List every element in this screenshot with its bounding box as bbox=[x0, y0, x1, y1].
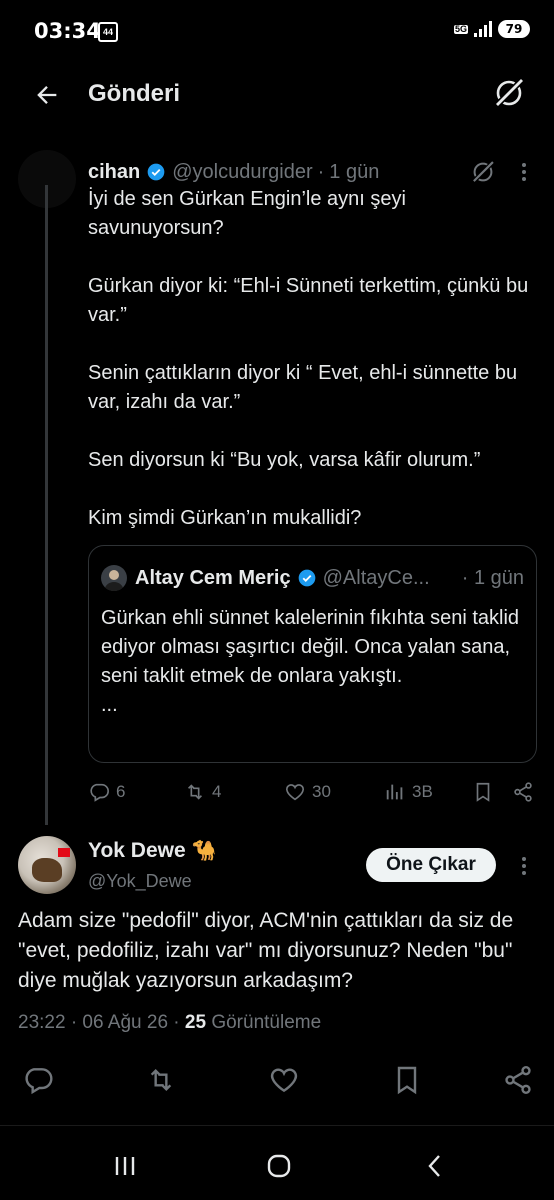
author-name[interactable]: cihan bbox=[88, 161, 140, 184]
reply-icon bbox=[25, 1068, 53, 1095]
reply-icon bbox=[90, 783, 109, 802]
more-vertical-icon bbox=[522, 857, 526, 875]
tweet-paragraph: Senin çattıkların diyor ki “ Evet, ehl-i… bbox=[88, 362, 518, 413]
verified-badge-icon bbox=[147, 163, 165, 181]
repost-icon bbox=[150, 1068, 172, 1092]
thread-line bbox=[45, 185, 48, 825]
tweet-actions-large bbox=[0, 1060, 554, 1100]
dot-separator: · bbox=[317, 160, 325, 183]
back-button[interactable] bbox=[30, 78, 64, 112]
network-type: 5G bbox=[453, 23, 468, 34]
more-button[interactable] bbox=[514, 158, 534, 186]
avatar bbox=[101, 565, 127, 591]
analytics-icon bbox=[386, 784, 403, 800]
quote-time: · 1 gün bbox=[461, 567, 524, 589]
grok-button[interactable] bbox=[470, 159, 496, 185]
feature-button[interactable]: Öne Çıkar bbox=[366, 848, 496, 882]
avatar[interactable] bbox=[18, 836, 76, 894]
bookmark-button[interactable] bbox=[391, 1064, 423, 1096]
reply-button[interactable] bbox=[22, 1064, 54, 1096]
heart-icon bbox=[270, 1068, 298, 1093]
parent-tweet-header: cihan @yolcudurgider · 1 gün bbox=[88, 158, 379, 186]
share-icon bbox=[514, 782, 532, 802]
grok-icon bbox=[472, 161, 494, 183]
repost-button[interactable]: 4 bbox=[184, 778, 221, 806]
grok-icon bbox=[495, 78, 524, 107]
views-count: 25 bbox=[184, 1012, 207, 1033]
like-button[interactable] bbox=[268, 1064, 300, 1096]
battery-icon: 79 bbox=[498, 20, 530, 38]
quoted-tweet[interactable]: Altay Cem Meriç @AltayCe... · 1 gün Gürk… bbox=[88, 545, 537, 763]
reply-author[interactable]: Yok Dewe 🐪 bbox=[88, 838, 217, 863]
author-name: Yok Dewe bbox=[88, 838, 186, 862]
author-handle[interactable]: @yolcudurgider bbox=[172, 161, 312, 184]
home-button[interactable] bbox=[264, 1151, 294, 1181]
quote-text: Gürkan ehli sünnet kalelerinin fıkıhta s… bbox=[101, 607, 520, 716]
view-count: 3B bbox=[412, 782, 433, 801]
status-time: 03:34 bbox=[34, 19, 101, 43]
quote-header: Altay Cem Meriç @AltayCe... bbox=[135, 564, 430, 592]
tweet-timestamp[interactable]: 23:22 · 06 Ağu 26 · bbox=[18, 1012, 180, 1033]
reply-count: 6 bbox=[116, 782, 126, 801]
more-vertical-icon bbox=[522, 163, 526, 181]
grok-button[interactable] bbox=[492, 76, 526, 110]
system-nav-bar bbox=[0, 1125, 554, 1200]
repost-icon bbox=[187, 784, 203, 800]
author-handle[interactable]: @Yok_Dewe bbox=[88, 871, 192, 892]
bookmark-button[interactable] bbox=[472, 778, 494, 806]
status-bar: 03:34 44 5G 79 bbox=[0, 0, 554, 62]
recent-apps-button[interactable] bbox=[110, 1151, 140, 1181]
notification-icon: 44 bbox=[98, 22, 118, 42]
signal-icon bbox=[474, 21, 492, 37]
tweet-paragraph: İyi de sen Gürkan Engin’le aynı şeyi sav… bbox=[88, 188, 406, 239]
recent-apps-icon bbox=[115, 1157, 135, 1175]
tweet-paragraph: Kim şimdi Gürkan’ın mukallidi? bbox=[88, 507, 362, 529]
top-header: Gönderi bbox=[0, 62, 554, 128]
repost-button[interactable] bbox=[145, 1064, 177, 1096]
more-button[interactable] bbox=[514, 852, 534, 880]
share-button[interactable] bbox=[512, 778, 534, 806]
verified-badge-icon bbox=[298, 569, 315, 587]
bookmark-icon bbox=[476, 782, 490, 802]
page-title: Gönderi bbox=[88, 80, 181, 107]
tweet-meta: 23:22 · 06 Ağu 26 · 25 Görüntüleme bbox=[18, 1012, 321, 1034]
share-icon bbox=[505, 1066, 531, 1094]
tweet-text: İyi de sen Gürkan Engin’le aynı şeyi sav… bbox=[88, 185, 544, 533]
bookmark-icon bbox=[397, 1066, 417, 1095]
status-indicators: 5G 79 bbox=[453, 20, 530, 38]
repost-count: 4 bbox=[212, 782, 222, 801]
heart-icon bbox=[285, 784, 305, 801]
like-count: 30 bbox=[312, 782, 331, 801]
tweet-time[interactable]: 1 gün bbox=[329, 161, 379, 184]
like-button[interactable]: 30 bbox=[284, 778, 331, 806]
views-button[interactable]: 3B bbox=[384, 778, 433, 806]
tweet-text: Adam size "pedofil" diyor, ACM'nin çattı… bbox=[18, 909, 514, 992]
quote-author-name: Altay Cem Meriç bbox=[135, 566, 291, 589]
tweet-paragraph: Gürkan diyor ki: “Ehl-i Sünneti terketti… bbox=[88, 275, 529, 326]
share-button[interactable] bbox=[502, 1064, 534, 1096]
camel-emoji: 🐪 bbox=[191, 840, 217, 862]
back-nav-button[interactable] bbox=[420, 1151, 450, 1181]
tweet-paragraph: Sen diyorsun ki “Bu yok, varsa kâfir olu… bbox=[88, 449, 481, 471]
quote-author-handle: @AltayCe... bbox=[322, 566, 430, 589]
chevron-left-icon bbox=[428, 1155, 440, 1177]
reply-button[interactable]: 6 bbox=[88, 778, 125, 806]
home-icon bbox=[267, 1154, 291, 1178]
arrow-left-icon bbox=[37, 86, 57, 104]
views-label: Görüntüleme bbox=[211, 1012, 322, 1033]
tweet-actions: 6 4 30 3B bbox=[88, 778, 538, 806]
